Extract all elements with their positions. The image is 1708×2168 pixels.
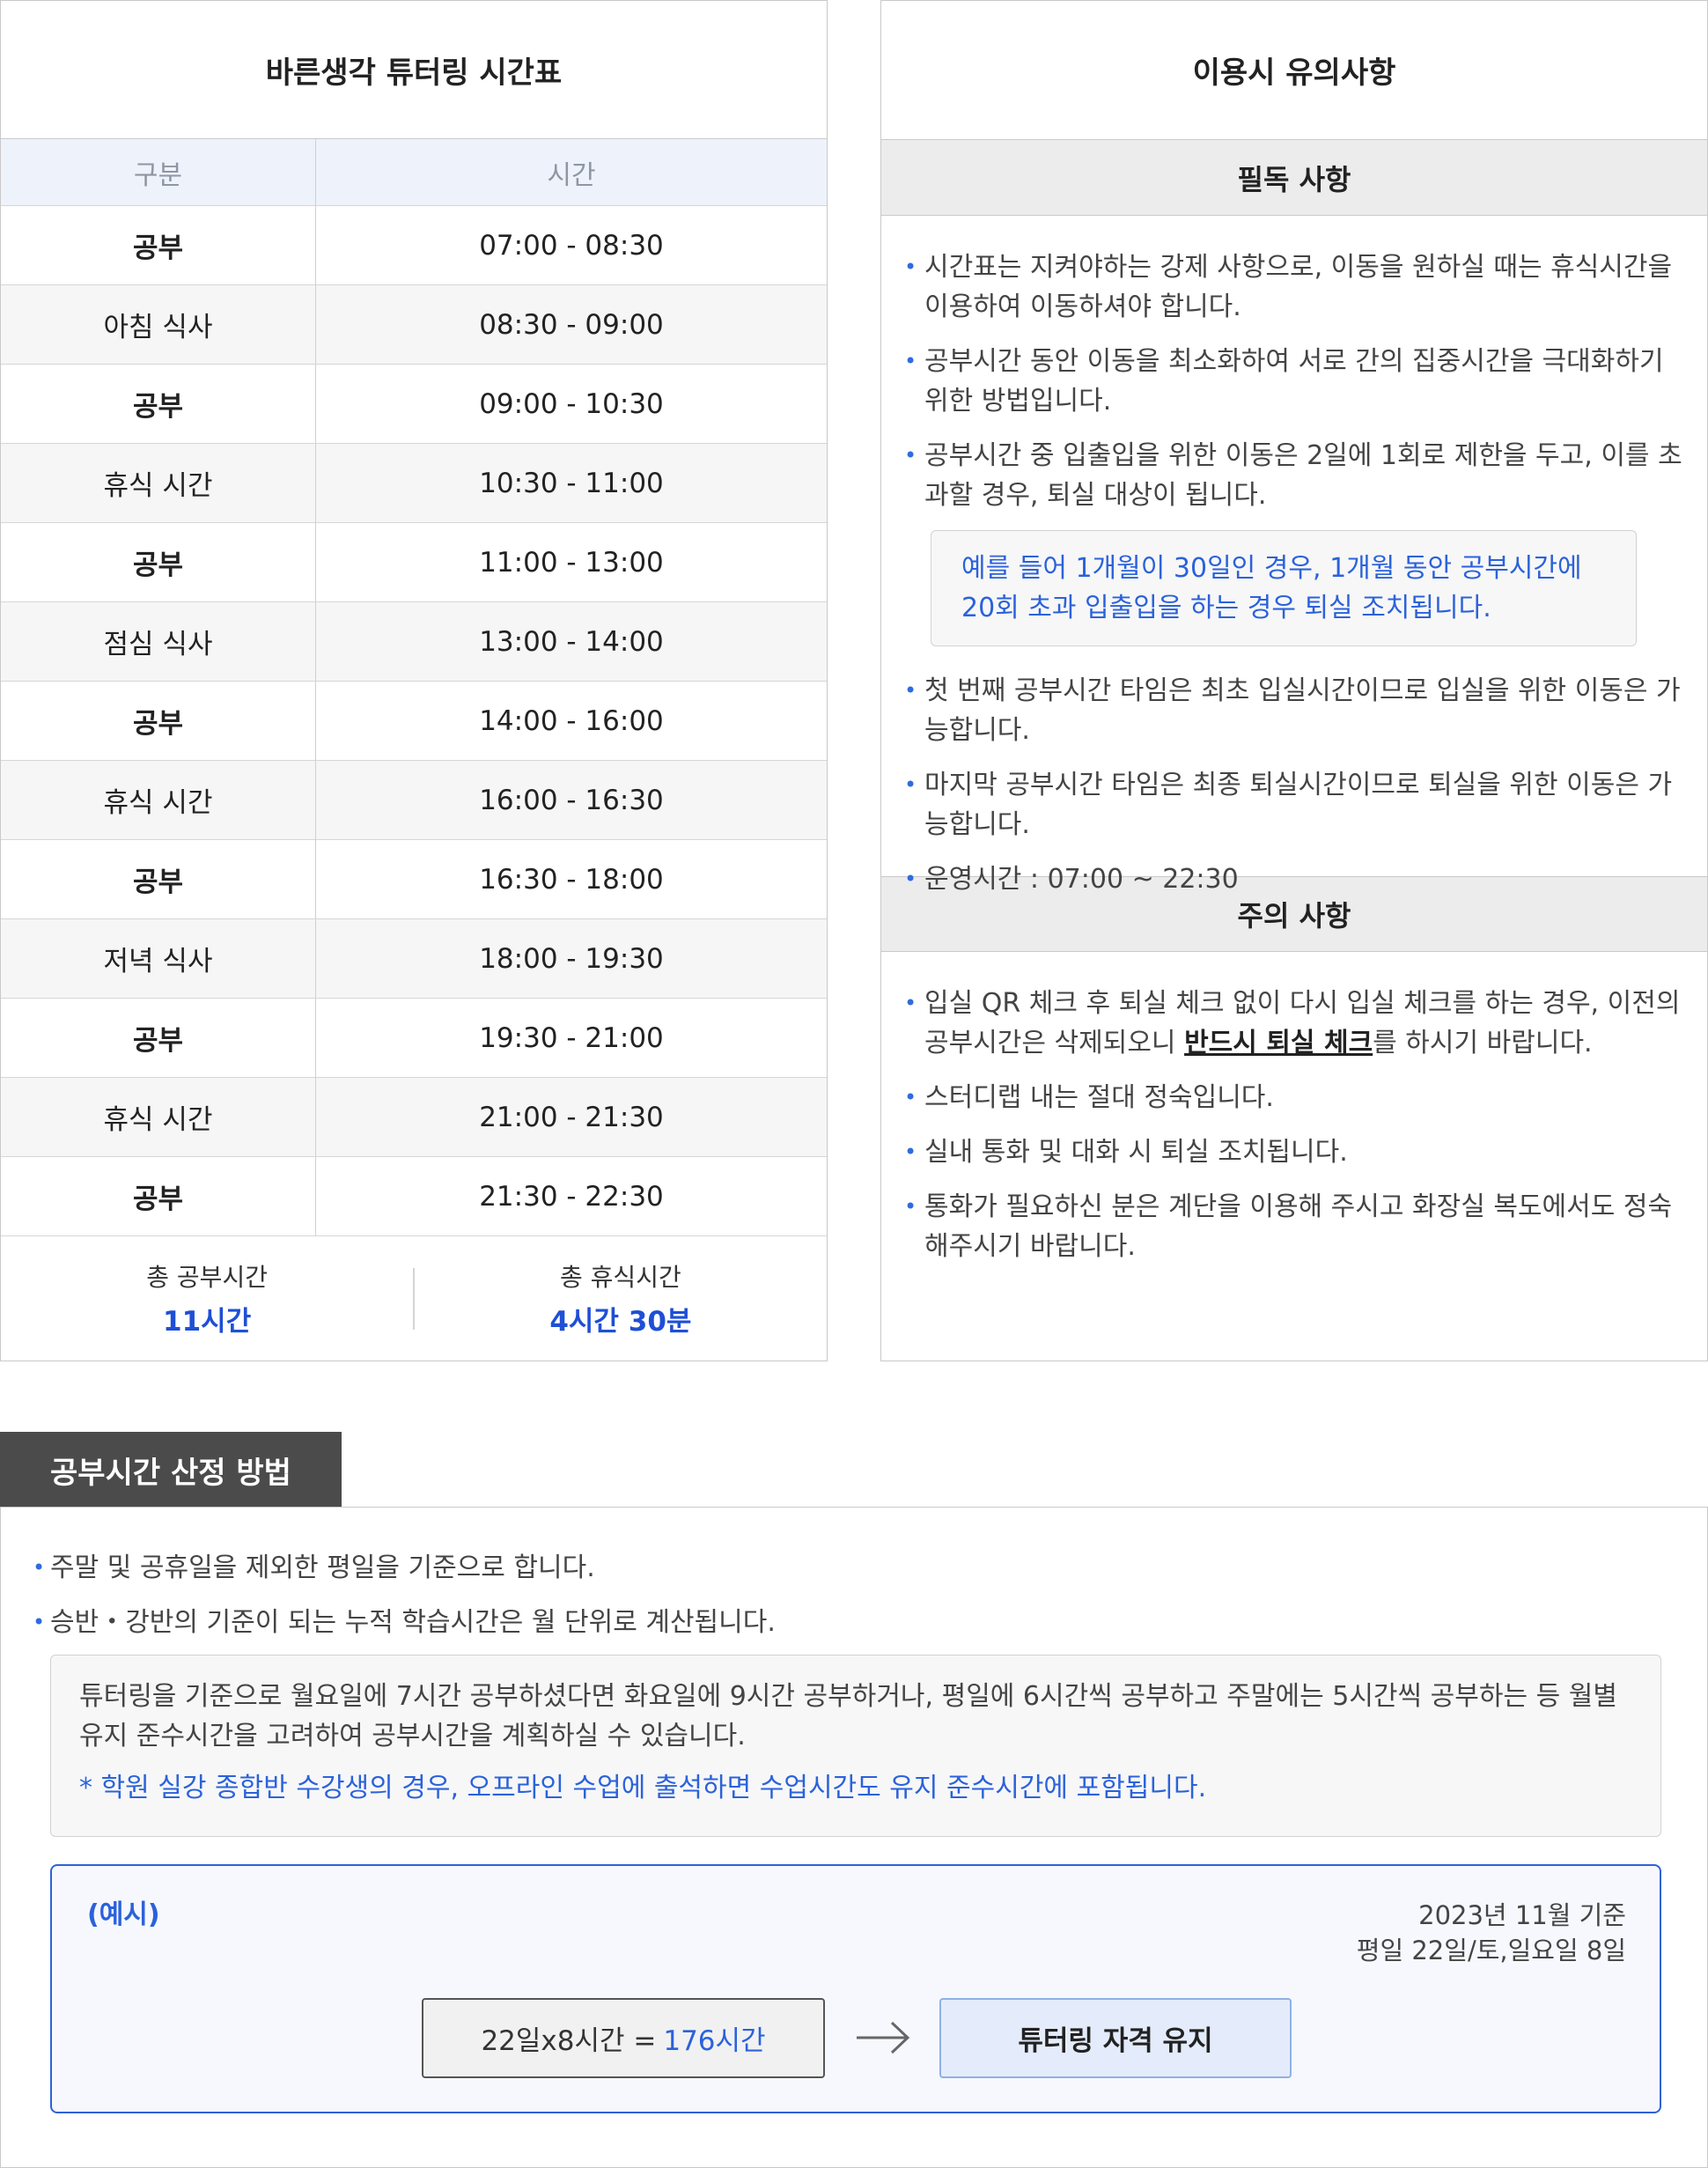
method-list-section: 주말 및 공휴일을 제외한 평일을 기준으로 합니다. 승반・강반의 기준이 되는… bbox=[1, 1508, 1707, 1642]
table-row: 아침 식사 08:30 - 09:00 bbox=[1, 285, 827, 365]
table-row: 공부 09:00 - 10:30 bbox=[1, 365, 827, 444]
row-time: 19:30 - 21:00 bbox=[479, 1021, 664, 1054]
row-time: 11:00 - 13:00 bbox=[479, 546, 664, 579]
row-category: 공부 bbox=[1, 206, 316, 284]
required-list-continued: 첫 번째 공부시간 타임은 최초 입실시간이므로 입실을 위한 이동은 가능합니… bbox=[881, 671, 1686, 899]
row-time: 18:00 - 19:30 bbox=[479, 942, 664, 975]
row-time: 16:00 - 16:30 bbox=[479, 784, 664, 816]
row-time: 21:30 - 22:30 bbox=[479, 1180, 664, 1213]
caution-item: 통화가 필요하신 분은 계단을 이용해 주시고 화장실 복도에서도 정숙해주시기… bbox=[881, 1187, 1686, 1266]
caution-item: 실내 통화 및 대화 시 퇴실 조치됩니다. bbox=[881, 1132, 1686, 1172]
row-category: 공부 bbox=[1, 840, 316, 918]
schedule-header-row: 구분 시간 bbox=[1, 139, 827, 206]
row-category: 공부 bbox=[1, 682, 316, 760]
total-rest-label: 총 휴식시간 bbox=[560, 1263, 681, 1292]
required-list: 시간표는 지켜야하는 강제 사항으로, 이동을 원하실 때는 휴식시간을 이용하… bbox=[881, 247, 1686, 515]
example-date-line1: 2023년 11월 기준 bbox=[1418, 1900, 1626, 1930]
method-info-note: * 학원 실강 종합반 수강생의 경우, 오프라인 수업에 출석하면 수업시간도… bbox=[79, 1773, 1207, 1803]
row-category: 공부 bbox=[1, 1157, 316, 1235]
table-row: 공부 21:30 - 22:30 bbox=[1, 1157, 827, 1236]
required-section: 시간표는 지켜야하는 강제 사항으로, 이동을 원하실 때는 휴식시간을 이용하… bbox=[881, 216, 1707, 899]
schedule-rows: 공부 07:00 - 08:30 아침 식사 08:30 - 09:00 공부 09:00… bbox=[1, 206, 827, 1236]
schedule-panel: 바른생각 튜터링 시간표 구분 시간 공부 07:00 - 08:30 아침 식사 0… bbox=[0, 0, 828, 1361]
example-tag: (예시) bbox=[87, 1899, 160, 1930]
required-item: 첫 번째 공부시간 타임은 최초 입실시간이므로 입실을 위한 이동은 가능합니… bbox=[881, 671, 1686, 750]
row-time: 07:00 - 08:30 bbox=[479, 229, 664, 262]
schedule-title: 바른생각 튜터링 시간표 bbox=[1, 1, 827, 139]
notice-panel: 이용시 유의사항 필독 사항 시간표는 지켜야하는 강제 사항으로, 이동을 원… bbox=[880, 0, 1708, 1361]
row-category: 점심 식사 bbox=[1, 602, 316, 681]
table-row: 점심 식사 13:00 - 14:00 bbox=[1, 602, 827, 682]
table-row: 공부 16:30 - 18:00 bbox=[1, 840, 827, 919]
row-category: 공부 bbox=[1, 999, 316, 1077]
row-time: 16:30 - 18:00 bbox=[479, 863, 664, 896]
table-row: 저녁 식사 18:00 - 19:30 bbox=[1, 919, 827, 999]
total-study-value: 11시간 bbox=[163, 1306, 252, 1338]
method-item: 주말 및 공휴일을 제외한 평일을 기준으로 합니다. bbox=[1, 1548, 1686, 1588]
example-calc-prefix: 22일x8시간 = bbox=[481, 2025, 657, 2057]
row-time: 10:30 - 11:00 bbox=[479, 467, 664, 499]
method-panel: 주말 및 공휴일을 제외한 평일을 기준으로 합니다. 승반・강반의 기준이 되는… bbox=[0, 1507, 1708, 2168]
required-item: 마지막 공부시간 타임은 최종 퇴실시간이므로 퇴실을 위한 이동은 가능합니다… bbox=[881, 765, 1686, 844]
row-category: 휴식 시간 bbox=[1, 1078, 316, 1156]
notice-title: 이용시 유의사항 bbox=[881, 1, 1707, 140]
schedule-totals: 총 공부시간 11시간 총 휴식시간 4시간 30분 bbox=[1, 1236, 827, 1361]
caution-emphasis: 반드시 퇴실 체크 bbox=[1184, 1028, 1373, 1058]
total-study: 총 공부시간 11시간 bbox=[1, 1258, 413, 1338]
required-heading: 필독 사항 bbox=[881, 140, 1707, 216]
method-info-box: 튜터링을 기준으로 월요일에 7시간 공부하셨다면 화요일에 9시간 공부하거나… bbox=[50, 1655, 1661, 1837]
example-calc-result: 176시간 bbox=[663, 2025, 766, 2057]
method-item: 승반・강반의 기준이 되는 누적 학습시간은 월 단위로 계산됩니다. bbox=[1, 1603, 1686, 1642]
caution-list: 입실 QR 체크 후 퇴실 체크 없이 다시 입실 체크를 하는 경우, 이전의… bbox=[881, 984, 1686, 1266]
table-row: 공부 19:30 - 21:00 bbox=[1, 999, 827, 1078]
method-tab: 공부시간 산정 방법 bbox=[0, 1432, 342, 1508]
table-row: 휴식 시간 10:30 - 11:00 bbox=[1, 444, 827, 523]
caution-item: 입실 QR 체크 후 퇴실 체크 없이 다시 입실 체크를 하는 경우, 이전의… bbox=[881, 984, 1686, 1063]
required-item: 운영시간 : 07:00 ~ 22:30 bbox=[881, 859, 1686, 899]
row-time: 09:00 - 10:30 bbox=[479, 387, 664, 420]
table-row: 휴식 시간 21:00 - 21:30 bbox=[1, 1078, 827, 1157]
example-date-line2: 평일 22일/토,일요일 8일 bbox=[1356, 1936, 1626, 1965]
row-category: 휴식 시간 bbox=[1, 444, 316, 522]
example-date: 2023년 11월 기준 평일 22일/토,일요일 8일 bbox=[1357, 1898, 1626, 1968]
row-time: 13:00 - 14:00 bbox=[479, 625, 664, 658]
row-time: 21:00 - 21:30 bbox=[479, 1101, 664, 1133]
arrow-right-icon bbox=[857, 2021, 910, 2054]
caution-item-text: 를 하시기 바랍니다. bbox=[1373, 1028, 1593, 1058]
total-rest-value: 4시간 30분 bbox=[549, 1306, 692, 1338]
required-highlight-box: 예를 들어 1개월이 30일인 경우, 1개월 동안 공부시간에 20회 초과 … bbox=[931, 530, 1637, 646]
required-item: 공부시간 중 입출입을 위한 이동은 2일에 1회로 제한을 두고, 이를 초과… bbox=[881, 436, 1686, 515]
header-category: 구분 bbox=[1, 139, 316, 205]
method-info-text: 튜터링을 기준으로 월요일에 7시간 공부하셨다면 화요일에 9시간 공부하거나… bbox=[79, 1681, 1617, 1751]
required-item: 공부시간 동안 이동을 최소화하여 서로 간의 집중시간을 극대화하기 위한 방… bbox=[881, 342, 1686, 421]
example-result-box: 튜터링 자격 유지 bbox=[939, 1998, 1292, 2078]
caution-section: 입실 QR 체크 후 퇴실 체크 없이 다시 입실 체크를 하는 경우, 이전의… bbox=[881, 952, 1707, 1266]
row-category: 공부 bbox=[1, 523, 316, 601]
table-row: 공부 14:00 - 16:00 bbox=[1, 682, 827, 761]
table-row: 공부 11:00 - 13:00 bbox=[1, 523, 827, 602]
total-rest: 총 휴식시간 4시간 30분 bbox=[415, 1258, 827, 1338]
header-time: 시간 bbox=[547, 159, 596, 191]
example-calc-box: 22일x8시간 = 176시간 bbox=[422, 1998, 825, 2078]
caution-item: 스터디랩 내는 절대 정숙입니다. bbox=[881, 1078, 1686, 1117]
table-row: 휴식 시간 16:00 - 16:30 bbox=[1, 761, 827, 840]
table-row: 공부 07:00 - 08:30 bbox=[1, 206, 827, 285]
total-study-label: 총 공부시간 bbox=[146, 1263, 268, 1292]
example-box: (예시) 2023년 11월 기준 평일 22일/토,일요일 8일 22일x8시… bbox=[50, 1864, 1661, 2113]
row-category: 아침 식사 bbox=[1, 285, 316, 364]
required-item: 시간표는 지켜야하는 강제 사항으로, 이동을 원하실 때는 휴식시간을 이용하… bbox=[881, 247, 1686, 327]
row-time: 14:00 - 16:00 bbox=[479, 704, 664, 737]
method-list: 주말 및 공휴일을 제외한 평일을 기준으로 합니다. 승반・강반의 기준이 되는… bbox=[1, 1548, 1686, 1642]
row-category: 휴식 시간 bbox=[1, 761, 316, 839]
row-time: 08:30 - 09:00 bbox=[479, 308, 664, 341]
row-category: 저녁 식사 bbox=[1, 919, 316, 998]
row-category: 공부 bbox=[1, 365, 316, 443]
